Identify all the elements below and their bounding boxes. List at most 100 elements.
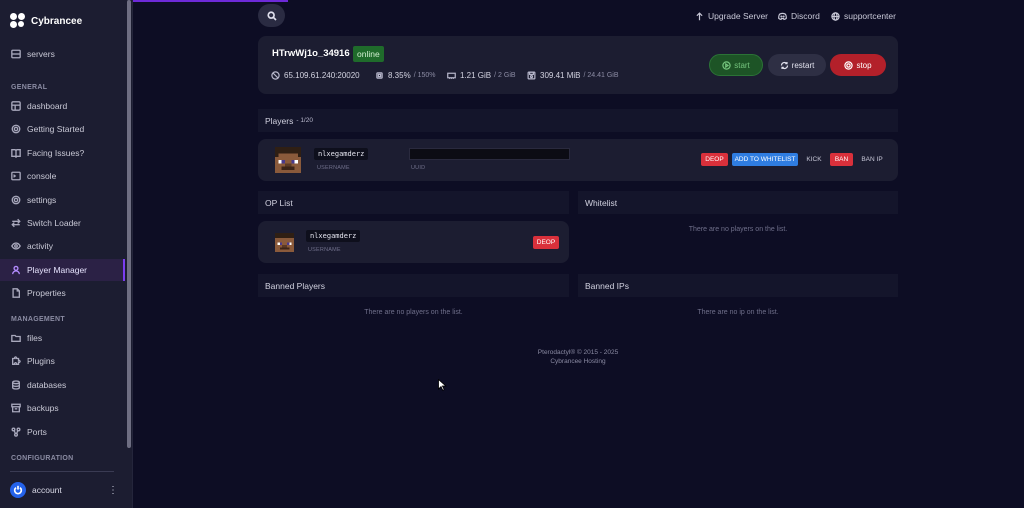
sidebar-item-getting-started[interactable]: Getting Started xyxy=(0,118,125,140)
terminal-icon xyxy=(11,171,21,181)
section-configuration: CONFIGURATION xyxy=(11,455,74,462)
sidebar-item-label: files xyxy=(27,333,43,343)
start-button[interactable]: start xyxy=(709,54,763,76)
sidebar-divider xyxy=(10,471,114,472)
swap-icon xyxy=(11,218,21,228)
sidebar-item-label: Properties xyxy=(27,288,66,298)
op-list-title: OP List xyxy=(265,197,293,208)
account-label: account xyxy=(32,485,62,495)
brand[interactable]: Cybrancee xyxy=(10,12,82,30)
search-button[interactable] xyxy=(258,4,285,27)
sidebar-item-ports[interactable]: Ports xyxy=(0,421,125,443)
sidebar-item-label: Plugins xyxy=(27,356,55,366)
server-name: HTrwWj1o_34916 xyxy=(272,48,350,59)
players-header: Players - 1/20 xyxy=(258,109,898,132)
sidebar-item-facing-issues[interactable]: Facing Issues? xyxy=(0,142,125,164)
sidebar-item-label: settings xyxy=(27,195,57,205)
restart-label: restart xyxy=(791,60,815,70)
address-value: 65.109.61.240:20020 xyxy=(284,71,360,80)
banned-players-header: Banned Players xyxy=(258,274,569,297)
discord-label: Discord xyxy=(791,11,820,21)
sidebar: Cybrancee servers GENERAL dashboard Gett… xyxy=(0,0,133,508)
database-icon xyxy=(12,380,20,390)
sidebar-item-label: servers xyxy=(27,49,55,59)
sidebar-item-label: dashboard xyxy=(27,101,68,111)
upgrade-server-label: Upgrade Server xyxy=(708,11,769,21)
upgrade-server-link[interactable]: Upgrade Server xyxy=(695,11,768,21)
sidebar-item-servers[interactable]: servers xyxy=(0,43,125,65)
deop-button[interactable]: DEOP xyxy=(701,153,728,166)
players-count: - 1/20 xyxy=(296,117,313,124)
brand-name: Cybrancee xyxy=(31,15,83,27)
sidebar-item-switch-loader[interactable]: Switch Loader xyxy=(0,212,125,234)
sidebar-item-label: databases xyxy=(27,380,67,390)
discord-link[interactable]: Discord xyxy=(778,11,820,21)
sidebar-item-label: backups xyxy=(27,403,59,413)
op-list-row: nlxegamderz USERNAME DEOP xyxy=(258,221,569,263)
disk-value: 309.41 MiB xyxy=(540,71,581,80)
cpu-limit: / 150% xyxy=(413,72,436,79)
disk-icon xyxy=(527,71,536,80)
footer-hosting: Cybrancee Hosting xyxy=(550,358,606,365)
server-disk: 309.41 MiB / 24.41 GiB xyxy=(527,71,619,80)
whitelist-title: Whitelist xyxy=(585,197,618,208)
user-icon xyxy=(12,265,20,275)
op-username: nlxegamderz xyxy=(306,230,361,242)
restart-button[interactable]: restart xyxy=(768,54,826,76)
puzzle-icon xyxy=(12,356,21,365)
sidebar-item-activity[interactable]: activity xyxy=(0,235,125,257)
player-row: nlxegamderz USERNAME UUID DEOP ADD TO WH… xyxy=(258,139,898,181)
sidebar-scrollbar[interactable] xyxy=(127,0,131,448)
kick-button[interactable]: KICK xyxy=(803,153,825,166)
sidebar-item-console[interactable]: console xyxy=(0,165,125,187)
banned-ips-header: Banned IPs xyxy=(578,274,898,297)
sidebar-item-files[interactable]: files xyxy=(0,327,125,349)
archive-icon xyxy=(11,403,21,413)
power-avatar-icon xyxy=(10,482,26,498)
add-to-whitelist-button[interactable]: ADD TO WHITELIST xyxy=(732,153,798,166)
server-memory: 1.21 GiB / 2 GiB xyxy=(447,71,516,80)
supportcenter-link[interactable]: supportcenter xyxy=(831,11,896,21)
ethernet-icon xyxy=(271,71,280,80)
top-accent-line xyxy=(133,0,288,2)
more-options-icon[interactable]: ⋮ xyxy=(108,485,118,496)
whitelist-empty-message: There are no players on the list. xyxy=(688,226,788,233)
sidebar-item-label: console xyxy=(27,171,57,181)
player-head-icon xyxy=(275,233,294,252)
supportcenter-label: supportcenter xyxy=(844,11,896,21)
server-address: 65.109.61.240:20020 xyxy=(271,71,360,80)
start-label: start xyxy=(734,60,750,70)
mouse-cursor-icon xyxy=(438,379,447,391)
op-deop-button[interactable]: DEOP xyxy=(533,236,559,249)
stop-circle-icon xyxy=(844,60,854,70)
dashboard-icon xyxy=(11,101,21,111)
ban-ip-button[interactable]: BAN IP xyxy=(858,153,886,166)
search-icon xyxy=(266,10,277,21)
sidebar-item-label: Player Manager xyxy=(27,265,88,275)
sidebar-item-dashboard[interactable]: dashboard xyxy=(0,95,125,117)
footer-copyright: Pterodactyl® © 2015 - 2025 xyxy=(537,349,619,356)
username-label: USERNAME xyxy=(308,247,341,253)
memory-limit: / 2 GiB xyxy=(494,72,516,79)
gear-icon xyxy=(11,195,21,205)
memory-icon xyxy=(447,72,456,79)
sidebar-item-databases[interactable]: databases xyxy=(0,374,125,396)
file-icon xyxy=(12,288,20,298)
player-username: nlxegamderz xyxy=(314,148,369,160)
stop-button[interactable]: stop xyxy=(830,54,886,76)
sidebar-item-settings[interactable]: settings xyxy=(0,189,125,211)
banned-ips-title: Banned IPs xyxy=(585,280,629,291)
ban-button[interactable]: BAN xyxy=(830,153,853,166)
memory-value: 1.21 GiB xyxy=(460,71,492,80)
discord-icon xyxy=(778,12,787,20)
sidebar-item-plugins[interactable]: Plugins xyxy=(0,350,125,372)
account-menu[interactable]: account ⋮ xyxy=(10,482,118,498)
sidebar-item-properties[interactable]: Properties xyxy=(0,282,125,304)
stop-label: stop xyxy=(856,60,872,70)
cybrancee-logo-icon xyxy=(10,13,26,29)
sidebar-item-player-manager[interactable]: Player Manager xyxy=(0,259,125,281)
banned-players-title: Banned Players xyxy=(265,280,326,291)
refresh-icon xyxy=(780,61,788,69)
sidebar-item-backups[interactable]: backups xyxy=(0,397,125,419)
disk-limit: / 24.41 GiB xyxy=(583,72,619,79)
